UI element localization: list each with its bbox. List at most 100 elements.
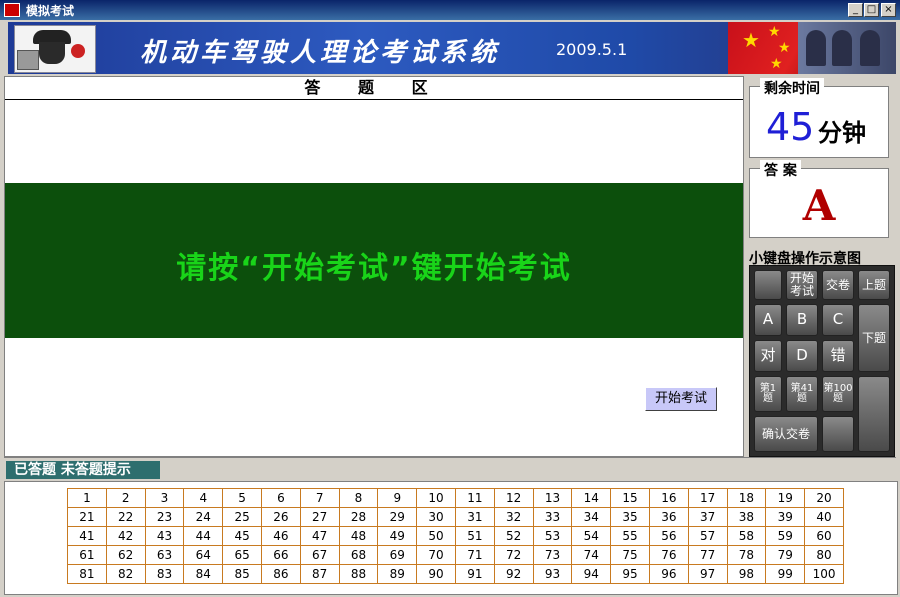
question-number-cell[interactable]: 13 [532, 488, 573, 508]
question-number-cell[interactable]: 52 [493, 526, 534, 546]
question-number-cell[interactable]: 90 [416, 564, 456, 584]
question-number-cell[interactable]: 93 [532, 564, 573, 584]
question-number-cell[interactable]: 95 [610, 564, 650, 584]
maximize-button[interactable]: □ [864, 3, 879, 17]
question-number-cell[interactable]: 67 [299, 545, 340, 565]
minimize-button[interactable]: _ [848, 3, 863, 17]
question-number-cell[interactable]: 23 [144, 507, 185, 527]
question-number-cell[interactable]: 97 [687, 564, 728, 584]
question-number-cell[interactable]: 82 [105, 564, 146, 584]
question-number-cell[interactable]: 12 [493, 488, 534, 508]
question-number-cell[interactable]: 28 [338, 507, 379, 527]
question-number-cell[interactable]: 100 [804, 564, 844, 584]
question-number-cell[interactable]: 68 [338, 545, 379, 565]
question-number-cell[interactable]: 87 [299, 564, 340, 584]
question-number-cell[interactable]: 25 [222, 507, 262, 527]
question-number-cell[interactable]: 53 [532, 526, 573, 546]
question-number-cell[interactable]: 51 [454, 526, 495, 546]
question-number-cell[interactable]: 70 [416, 545, 456, 565]
question-number-cell[interactable]: 17 [687, 488, 728, 508]
question-number-cell[interactable]: 39 [765, 507, 806, 527]
question-number-cell[interactable]: 57 [687, 526, 728, 546]
question-number-cell[interactable]: 32 [493, 507, 534, 527]
question-number-cell[interactable]: 74 [571, 545, 612, 565]
question-number-cell[interactable]: 62 [105, 545, 146, 565]
question-number-cell[interactable]: 10 [416, 488, 456, 508]
question-number-cell[interactable]: 6 [260, 488, 301, 508]
question-number-cell[interactable]: 37 [687, 507, 728, 527]
question-number-cell[interactable]: 69 [377, 545, 418, 565]
question-number-cell[interactable]: 64 [183, 545, 224, 565]
question-number-cell[interactable]: 44 [183, 526, 224, 546]
question-number-cell[interactable]: 4 [183, 488, 224, 508]
question-number-cell[interactable]: 92 [493, 564, 534, 584]
question-number-cell[interactable]: 89 [377, 564, 418, 584]
question-number-cell[interactable]: 65 [222, 545, 262, 565]
question-number-cell[interactable]: 56 [648, 526, 689, 546]
question-number-cell[interactable]: 85 [222, 564, 262, 584]
question-number-cell[interactable]: 34 [571, 507, 612, 527]
question-number-cell[interactable]: 24 [183, 507, 224, 527]
question-number-cell[interactable]: 96 [648, 564, 689, 584]
question-number-cell[interactable]: 26 [260, 507, 301, 527]
question-number-cell[interactable]: 2 [105, 488, 146, 508]
question-number-cell[interactable]: 31 [454, 507, 495, 527]
question-number-cell[interactable]: 86 [260, 564, 301, 584]
question-number-cell[interactable]: 46 [260, 526, 301, 546]
question-number-cell[interactable]: 1 [67, 488, 107, 508]
question-number-cell[interactable]: 98 [726, 564, 767, 584]
question-number-cell[interactable]: 33 [532, 507, 573, 527]
question-number-cell[interactable]: 94 [571, 564, 612, 584]
question-number-cell[interactable]: 84 [183, 564, 224, 584]
question-number-cell[interactable]: 73 [532, 545, 573, 565]
question-number-cell[interactable]: 50 [416, 526, 456, 546]
question-number-cell[interactable]: 8 [338, 488, 379, 508]
close-button[interactable]: × [881, 3, 896, 17]
question-number-cell[interactable]: 66 [260, 545, 301, 565]
question-number-cell[interactable]: 61 [67, 545, 107, 565]
question-number-cell[interactable]: 77 [687, 545, 728, 565]
question-number-cell[interactable]: 7 [299, 488, 340, 508]
question-number-cell[interactable]: 72 [493, 545, 534, 565]
question-number-cell[interactable]: 14 [571, 488, 612, 508]
question-number-cell[interactable]: 43 [144, 526, 185, 546]
question-number-cell[interactable]: 36 [648, 507, 689, 527]
question-number-cell[interactable]: 15 [610, 488, 650, 508]
question-number-cell[interactable]: 30 [416, 507, 456, 527]
question-number-cell[interactable]: 48 [338, 526, 379, 546]
question-number-cell[interactable]: 22 [105, 507, 146, 527]
question-number-cell[interactable]: 79 [765, 545, 806, 565]
question-number-cell[interactable]: 40 [804, 507, 844, 527]
question-number-cell[interactable]: 41 [67, 526, 107, 546]
question-number-cell[interactable]: 3 [144, 488, 185, 508]
question-number-cell[interactable]: 78 [726, 545, 767, 565]
question-number-cell[interactable]: 11 [454, 488, 495, 508]
question-number-cell[interactable]: 59 [765, 526, 806, 546]
question-number-cell[interactable]: 21 [67, 507, 107, 527]
question-number-cell[interactable]: 54 [571, 526, 612, 546]
question-number-cell[interactable]: 9 [377, 488, 418, 508]
question-number-cell[interactable]: 75 [610, 545, 650, 565]
question-number-cell[interactable]: 91 [454, 564, 495, 584]
question-number-cell[interactable]: 49 [377, 526, 418, 546]
question-number-cell[interactable]: 27 [299, 507, 340, 527]
question-number-cell[interactable]: 18 [726, 488, 767, 508]
question-number-cell[interactable]: 16 [648, 488, 689, 508]
question-number-cell[interactable]: 35 [610, 507, 650, 527]
question-number-cell[interactable]: 42 [105, 526, 146, 546]
question-number-cell[interactable]: 83 [144, 564, 185, 584]
question-number-cell[interactable]: 80 [804, 545, 844, 565]
question-number-cell[interactable]: 45 [222, 526, 262, 546]
question-number-cell[interactable]: 29 [377, 507, 418, 527]
start-exam-button[interactable]: 开始考试 [645, 387, 717, 411]
question-number-cell[interactable]: 76 [648, 545, 689, 565]
question-number-cell[interactable]: 60 [804, 526, 844, 546]
question-number-cell[interactable]: 47 [299, 526, 340, 546]
question-number-cell[interactable]: 19 [765, 488, 806, 508]
question-number-cell[interactable]: 63 [144, 545, 185, 565]
question-number-cell[interactable]: 88 [338, 564, 379, 584]
question-number-cell[interactable]: 20 [804, 488, 844, 508]
question-number-cell[interactable]: 58 [726, 526, 767, 546]
question-number-cell[interactable]: 71 [454, 545, 495, 565]
question-number-cell[interactable]: 55 [610, 526, 650, 546]
